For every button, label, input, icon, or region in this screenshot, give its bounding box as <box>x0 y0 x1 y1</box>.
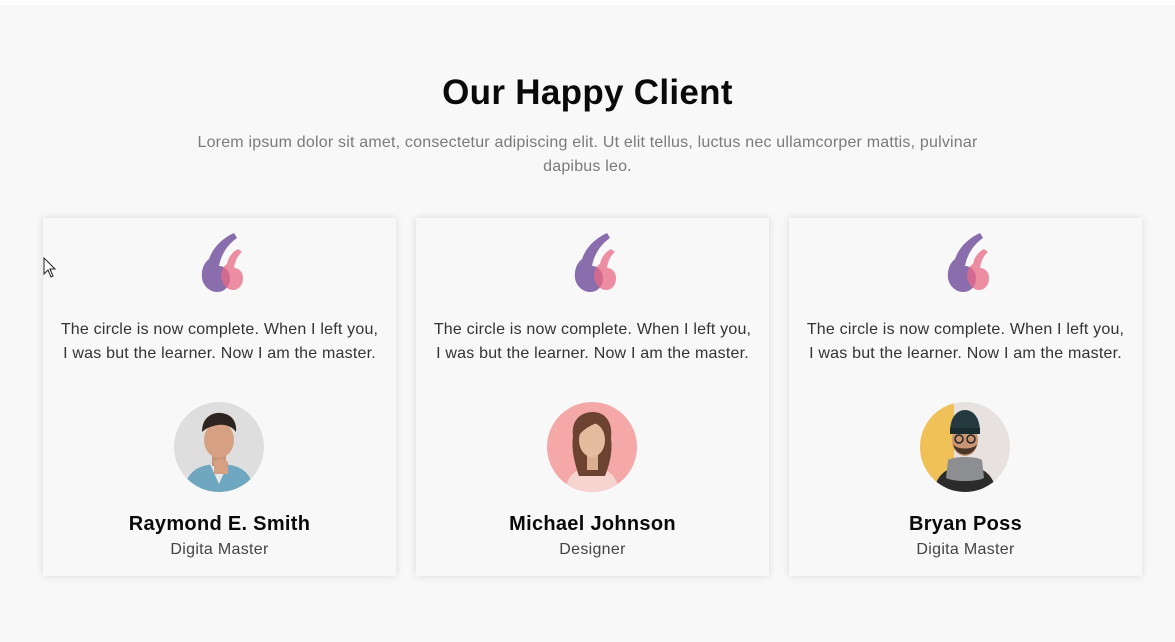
testimonial-text: The circle is now complete. When I left … <box>433 321 752 362</box>
avatar <box>547 402 637 492</box>
client-role: Digita Master <box>916 541 1015 558</box>
section-subtitle: Lorem ipsum dolor sit amet, consectetur … <box>197 134 978 175</box>
quote-icon <box>947 233 989 292</box>
testimonial-text: The circle is now complete. When I left … <box>806 321 1125 362</box>
client-role: Digita Master <box>170 541 269 558</box>
client-role: Designer <box>559 541 626 558</box>
quote-icon <box>201 233 243 292</box>
quote-icon <box>574 233 616 292</box>
testimonial-card: The circle is now complete. When I left … <box>416 218 769 576</box>
mouse-cursor-icon <box>43 257 57 278</box>
client-name: Michael Johnson <box>509 513 676 535</box>
client-name: Raymond E. Smith <box>128 513 311 535</box>
testimonial-text: The circle is now complete. When I left … <box>60 321 379 362</box>
avatar <box>174 402 264 492</box>
client-name: Bryan Poss <box>908 513 1023 535</box>
testimonials-section: Our Happy Client Lorem ipsum dolor sit a… <box>0 5 1175 642</box>
testimonial-card: The circle is now complete. When I left … <box>789 218 1142 576</box>
section-title: Our Happy Client <box>442 73 733 112</box>
testimonial-card: The circle is now complete. When I left … <box>43 218 396 576</box>
avatar <box>920 402 1010 492</box>
